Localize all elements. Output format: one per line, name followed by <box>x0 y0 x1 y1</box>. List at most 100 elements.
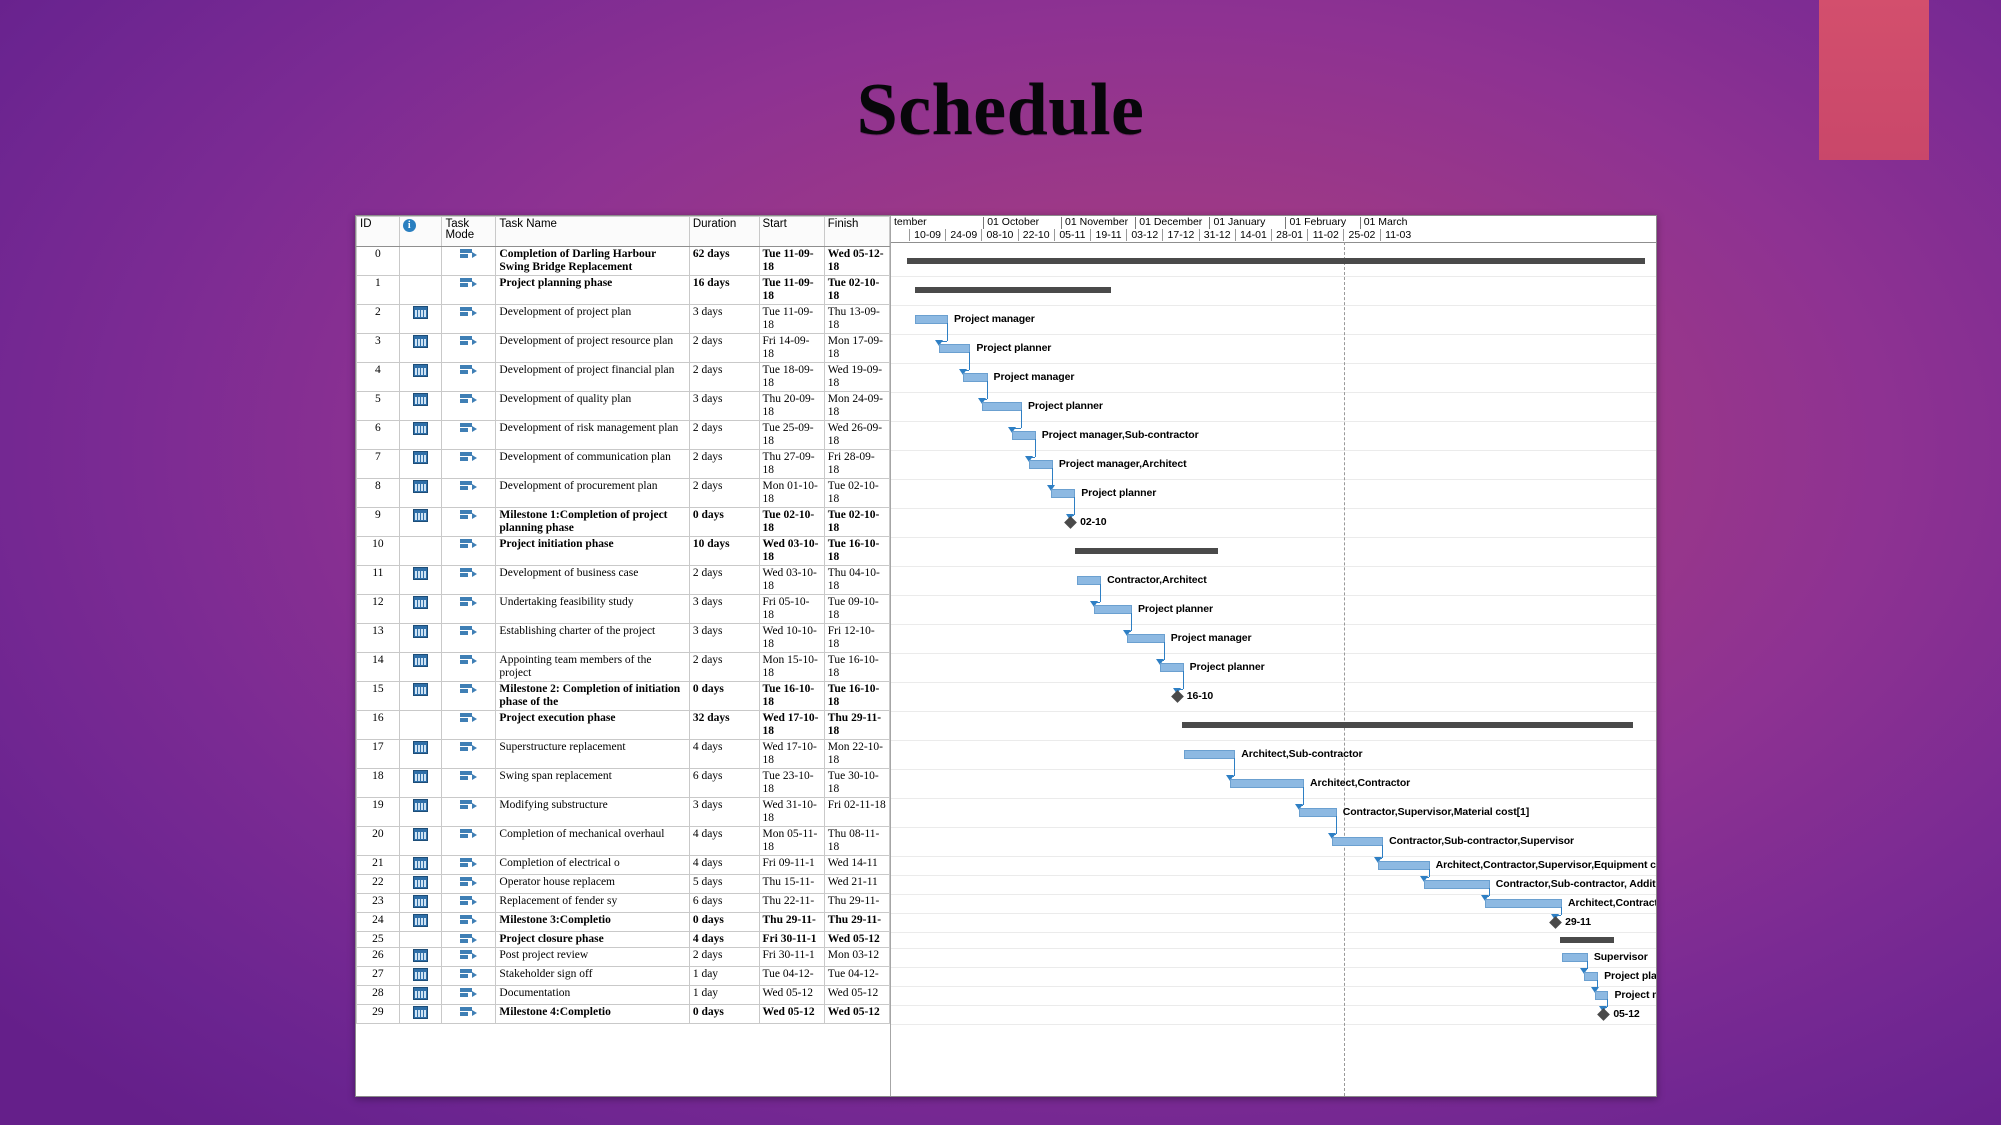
cell-indicator[interactable] <box>398 333 443 363</box>
cell-task-mode[interactable] <box>441 594 497 624</box>
gantt-task-bar[interactable] <box>1562 952 1588 962</box>
table-row[interactable]: 26 Post project review 2 days Fri 30-11-1 Mo… <box>356 947 890 967</box>
cell-task-mode[interactable] <box>441 449 497 479</box>
table-row[interactable]: 23 Replacement of fender sy 6 days Thu 22-1… <box>356 893 890 913</box>
cell-task-mode[interactable] <box>441 333 497 363</box>
cell-indicator[interactable] <box>398 536 443 566</box>
gantt-task-bar[interactable] <box>1028 459 1053 469</box>
table-row[interactable]: 9 Milestone 1:Completion of project plann… <box>356 507 890 537</box>
gantt-summary-bar[interactable] <box>1560 936 1614 943</box>
cell-indicator[interactable] <box>398 275 443 305</box>
cell-indicator[interactable] <box>398 478 443 508</box>
cell-task-mode[interactable] <box>441 931 497 948</box>
table-row[interactable]: 22 Operator house replacem 5 days Thu 15-11… <box>356 874 890 894</box>
cell-task-mode[interactable] <box>441 681 497 711</box>
gantt-task-bar[interactable] <box>915 314 948 324</box>
cell-indicator[interactable] <box>398 507 443 537</box>
column-header-indicators[interactable]: i <box>398 216 443 247</box>
gantt-task-bar[interactable] <box>1159 662 1184 672</box>
gantt-task-bar[interactable] <box>1051 488 1076 498</box>
gantt-task-bar[interactable] <box>1594 990 1609 1000</box>
cell-task-mode[interactable] <box>441 1004 497 1024</box>
table-row[interactable]: 14 Appointing team members of the project… <box>356 652 890 682</box>
table-row[interactable]: 15 Milestone 2: Completion of initiation … <box>356 681 890 711</box>
table-row[interactable]: 17 Superstructure replacement 4 days Wed 17… <box>356 739 890 769</box>
cell-task-mode[interactable] <box>441 797 497 827</box>
cell-task-mode[interactable] <box>441 536 497 566</box>
table-row[interactable]: 11 Development of business case 2 days Wed … <box>356 565 890 595</box>
gantt-task-bar[interactable] <box>1094 604 1133 614</box>
table-row[interactable]: 28 Documentation 1 day Wed 05-12 Wed 05-12 <box>356 985 890 1005</box>
cell-task-mode[interactable] <box>441 304 497 334</box>
column-header-start[interactable]: Start <box>758 216 825 247</box>
gantt-summary-bar[interactable] <box>915 287 1112 293</box>
cell-indicator[interactable] <box>398 947 443 967</box>
gantt-task-bar[interactable] <box>1077 575 1102 585</box>
gantt-task-bar[interactable] <box>1011 430 1036 440</box>
table-row[interactable]: 20 Completion of mechanical overhaul 4 day… <box>356 826 890 856</box>
column-header-id[interactable]: ID <box>356 216 400 247</box>
gantt-summary-bar[interactable] <box>1181 722 1633 728</box>
cell-indicator[interactable] <box>398 739 443 769</box>
cell-indicator[interactable] <box>398 304 443 334</box>
gantt-chart-pane[interactable]: tember 01 October 01 November 01 December 01… <box>891 216 1656 1096</box>
cell-task-mode[interactable] <box>441 826 497 856</box>
table-row[interactable]: 4 Development of project financial plan 2 … <box>356 362 890 392</box>
cell-indicator[interactable] <box>398 966 443 986</box>
cell-task-mode[interactable] <box>441 768 497 798</box>
cell-task-mode[interactable] <box>441 893 497 913</box>
cell-task-mode[interactable] <box>441 565 497 595</box>
gantt-task-bar[interactable] <box>1183 749 1236 759</box>
gantt-task-bar[interactable] <box>982 401 1022 411</box>
column-header-task-mode[interactable]: Task Mode <box>441 216 497 247</box>
cell-indicator[interactable] <box>398 826 443 856</box>
cell-indicator[interactable] <box>398 931 443 948</box>
cell-indicator[interactable] <box>398 565 443 595</box>
gantt-summary-bar[interactable] <box>1075 548 1219 554</box>
gantt-task-bar[interactable] <box>939 343 971 353</box>
gantt-task-bar[interactable] <box>1298 807 1337 817</box>
cell-task-mode[interactable] <box>441 478 497 508</box>
cell-indicator[interactable] <box>398 985 443 1005</box>
table-row[interactable]: 3 Development of project resource plan 2 d… <box>356 333 890 363</box>
cell-indicator[interactable] <box>398 912 443 932</box>
cell-task-mode[interactable] <box>441 246 497 276</box>
gantt-task-bar[interactable] <box>1331 836 1384 846</box>
gantt-task-bar[interactable] <box>1484 898 1563 908</box>
table-row[interactable]: 21 Completion of electrical o4 days Fri 09… <box>356 855 890 875</box>
table-row[interactable]: 12 Undertaking feasibility study 3 days Fri… <box>356 594 890 624</box>
cell-indicator[interactable] <box>398 623 443 653</box>
table-row[interactable]: 6 Development of risk management plan 2 da… <box>356 420 890 450</box>
cell-task-mode[interactable] <box>441 710 497 740</box>
cell-indicator[interactable] <box>398 874 443 894</box>
cell-task-mode[interactable] <box>441 966 497 986</box>
cell-task-mode[interactable] <box>441 874 497 894</box>
cell-task-mode[interactable] <box>441 623 497 653</box>
gantt-bars-area[interactable]: Project manager Project planner Project ma… <box>891 242 1656 1096</box>
table-row[interactable]: 8 Development of procurement plan 2 days Mo… <box>356 478 890 508</box>
cell-indicator[interactable] <box>398 681 443 711</box>
table-row[interactable]: 2 Development of project plan 3 days Tue 11… <box>356 304 890 334</box>
gantt-task-bar[interactable] <box>1126 633 1165 643</box>
table-row[interactable]: 24 Milestone 3:Completio 0 days Thu 29-11- T… <box>356 912 890 932</box>
cell-indicator[interactable] <box>398 391 443 421</box>
task-grid-pane[interactable]: ID i Task Mode Task Name Duration Start … <box>356 216 891 1096</box>
table-row[interactable]: 5 Development of quality plan 3 days Thu 20… <box>356 391 890 421</box>
cell-indicator[interactable] <box>398 362 443 392</box>
cell-indicator[interactable] <box>398 449 443 479</box>
cell-task-mode[interactable] <box>441 275 497 305</box>
cell-task-mode[interactable] <box>441 739 497 769</box>
cell-task-mode[interactable] <box>441 362 497 392</box>
column-header-finish[interactable]: Finish <box>823 216 890 247</box>
cell-indicator[interactable] <box>398 710 443 740</box>
gantt-task-bar[interactable] <box>1424 879 1490 889</box>
cell-task-mode[interactable] <box>441 947 497 967</box>
table-row[interactable]: 0 Completion of Darling Harbour Swing Bri… <box>356 246 890 276</box>
column-header-task-name[interactable]: Task Name <box>495 216 690 247</box>
cell-indicator[interactable] <box>398 652 443 682</box>
table-row[interactable]: 7 Development of communication plan 2 days… <box>356 449 890 479</box>
cell-indicator[interactable] <box>398 893 443 913</box>
cell-task-mode[interactable] <box>441 420 497 450</box>
gantt-task-bar[interactable] <box>963 372 988 382</box>
cell-indicator[interactable] <box>398 1004 443 1024</box>
